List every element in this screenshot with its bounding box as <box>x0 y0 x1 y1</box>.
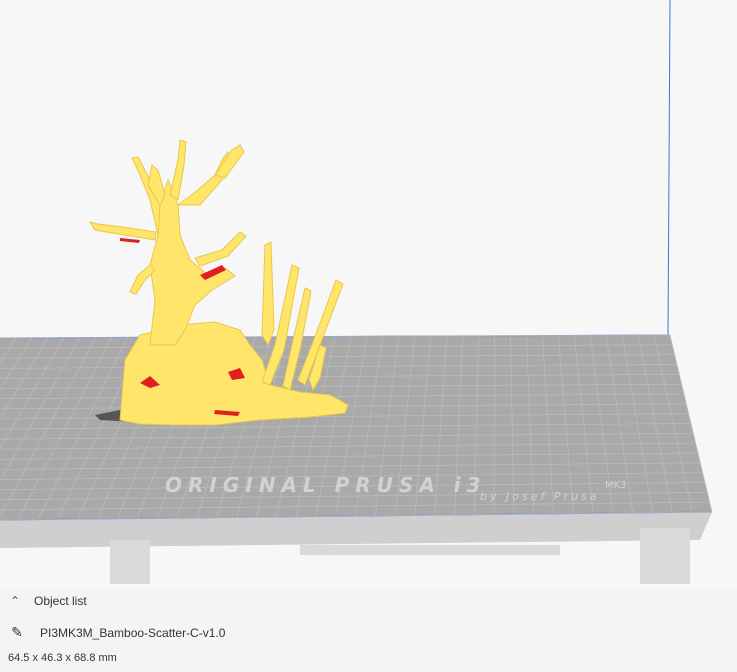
pencil-icon[interactable]: ✎ <box>8 624 26 641</box>
chevron-up-icon[interactable]: ⌃ <box>6 594 24 608</box>
object-name[interactable]: PI3MK3M_Bamboo-Scatter-C-v1.0 <box>40 626 225 640</box>
build-volume-edge <box>667 0 671 337</box>
bed-logo-author: by Josef Prusa <box>480 490 599 503</box>
bed-logo-model: MK3 <box>605 480 627 491</box>
viewport-canvas[interactable]: ORIGINAL PRUSA i3 MK3 by Josef Prusa <box>0 0 737 590</box>
object-list-title: Object list <box>34 594 87 608</box>
3d-viewport[interactable]: ORIGINAL PRUSA i3 MK3 by Josef Prusa <box>0 0 737 590</box>
bed-logo-text: ORIGINAL PRUSA i3 <box>165 473 487 497</box>
object-list-panel: ⌃ Object list ✎ PI3MK3M_Bamboo-Scatter-C… <box>0 590 737 672</box>
object-dimensions: 64.5 x 46.3 x 68.8 mm <box>8 652 117 664</box>
object-list-item[interactable]: ✎ PI3MK3M_Bamboo-Scatter-C-v1.0 <box>8 624 225 641</box>
object-list-toggle[interactable]: ⌃ Object list <box>6 594 87 608</box>
